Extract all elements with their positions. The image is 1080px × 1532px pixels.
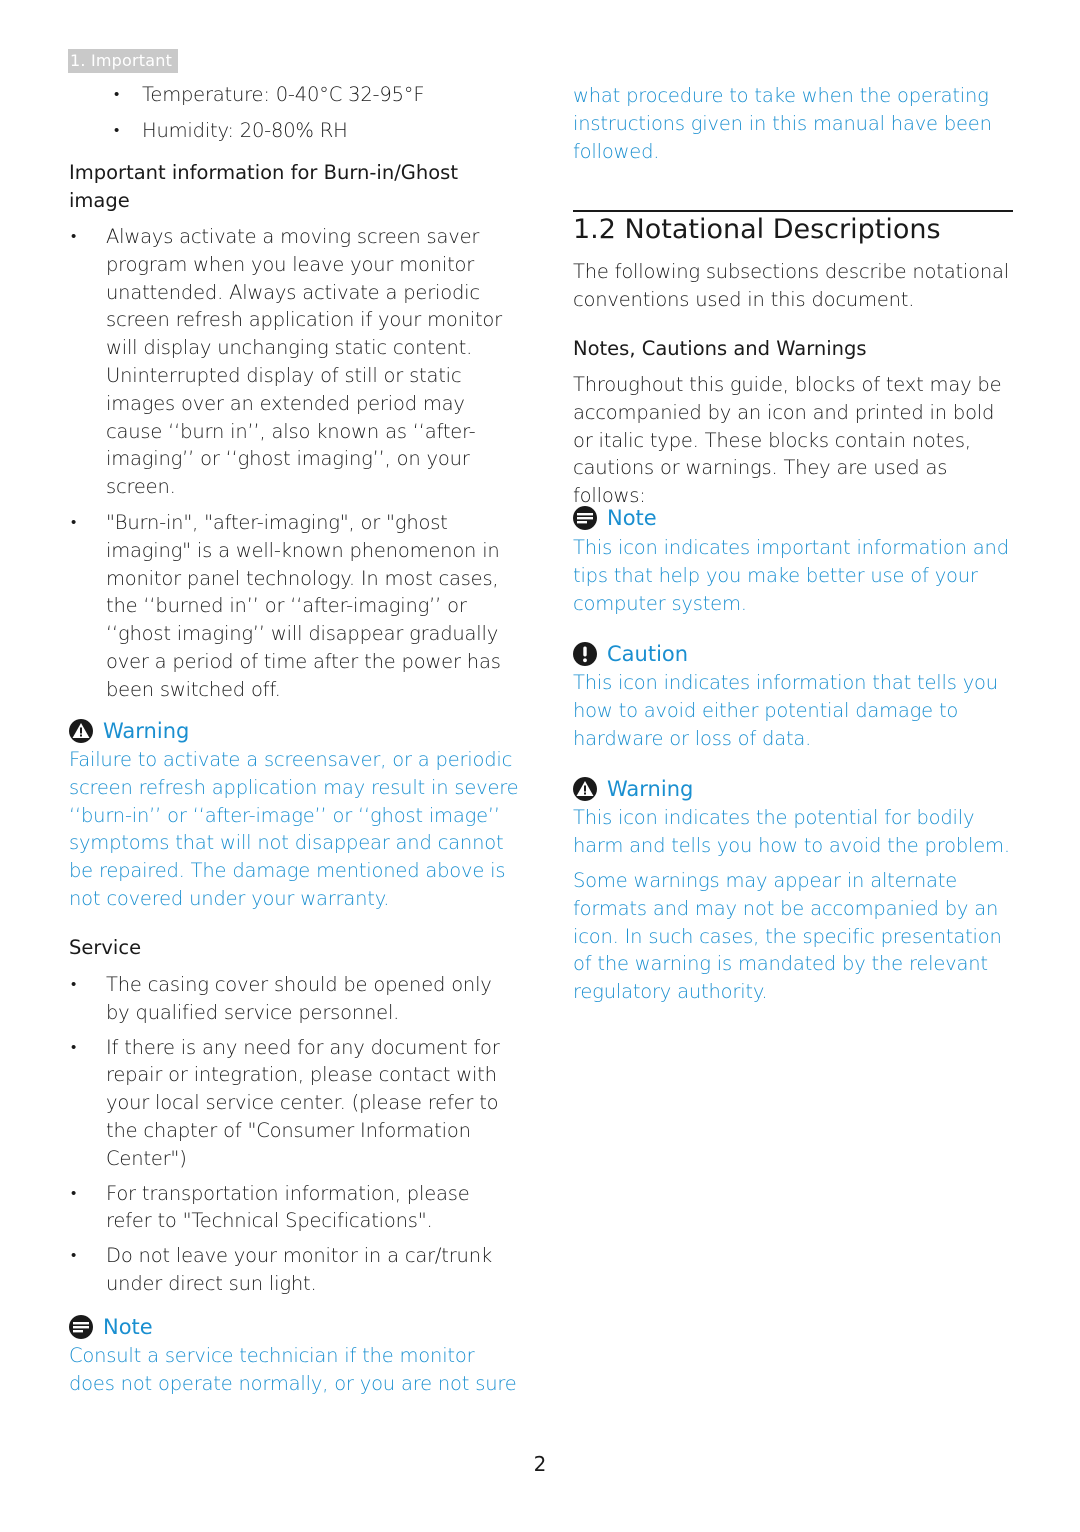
section-tab: 1. Important [68,49,179,73]
warning-block: Warning Failure to activate a screensave… [69,717,519,913]
list-item: For transportation information, please r… [69,1180,519,1236]
note-block: Note Consult a service technician if the… [69,1313,519,1398]
warning-definition-text: This icon indicates the potential for bo… [573,806,1010,857]
burnin-heading: Important information for Burn-in/Ghost … [69,161,458,212]
warning-definition: Warning This icon indicates the potentia… [573,775,1013,860]
service-list: The casing cover should be opened only b… [69,971,519,1298]
note-label: Note [103,1315,153,1339]
list-item: "Burn-in", "after-imaging", or "ghost im… [69,509,519,704]
warning-label: Warning [607,777,694,801]
warning-label: Warning [103,719,190,743]
caution-label: Caution [607,642,689,666]
environment-list: Temperature: 0-40°C 32-95°F Humidity: 20… [69,81,519,145]
warning-text: Failure to activate a screensaver, or a … [69,748,519,910]
burnin-list: Always activate a moving screen saver pr… [69,223,519,704]
warning-triangle-icon [69,719,93,743]
note-text: Consult a service technician if the moni… [69,1344,517,1395]
page-number: 2 [533,1452,547,1476]
notational-body: Throughout this guide, blocks of text ma… [573,373,1002,508]
caution-definition-text: This icon indicates information that tel… [573,671,998,750]
list-item: The casing cover should be opened only b… [69,971,519,1027]
warning-triangle-icon [573,777,597,801]
list-item: Do not leave your monitor in a car/trunk… [69,1242,519,1298]
note-icon [69,1315,93,1339]
note-label: Note [607,506,657,530]
list-item: Humidity: 20-80% RH [69,117,519,145]
section-heading: 1.2 Notational Descriptions [573,214,941,245]
notes-cautions-heading: Notes, Cautions and Warnings [573,337,867,360]
section-intro: The following subsections describe notat… [573,260,1010,311]
caution-definition: Caution This icon indicates information … [573,640,1013,752]
warning-extra-text: Some warnings may appear in alternate fo… [573,869,1002,1004]
list-item: If there is any need for any document fo… [69,1034,519,1173]
section-divider [573,210,1013,212]
list-item: Always activate a moving screen saver pr… [69,223,519,501]
note-definition-text: This icon indicates important informatio… [573,536,1009,615]
note-definition: Note This icon indicates important infor… [573,504,1013,617]
caution-exclamation-icon [573,642,597,666]
service-heading: Service [69,936,142,959]
note-icon [573,506,597,530]
manual-page: 1. Important Temperature: 0-40°C 32-95°F… [0,0,1080,1532]
list-item: Temperature: 0-40°C 32-95°F [69,81,519,109]
continued-note-text: what procedure to take when the operatin… [573,84,992,163]
